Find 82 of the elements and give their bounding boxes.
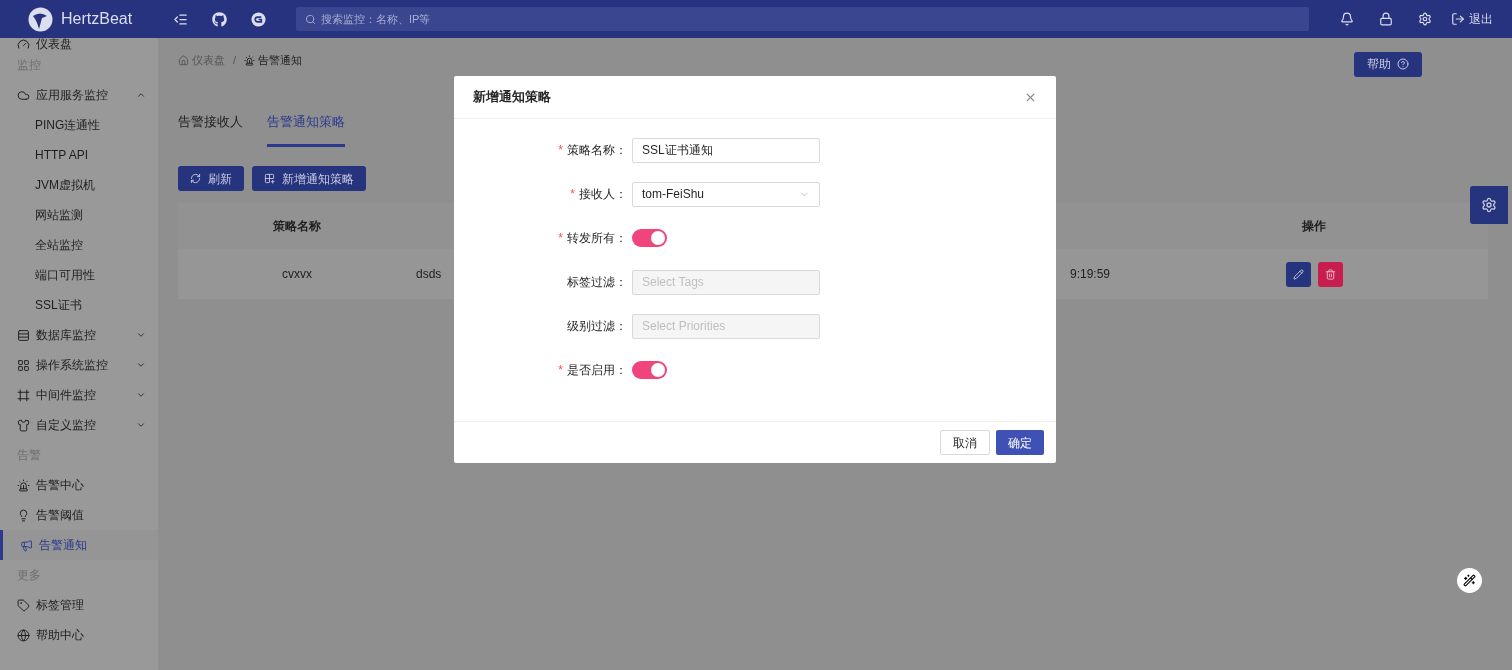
sidebar-subitem[interactable]: 全站监控 xyxy=(0,230,158,260)
add-policy-button[interactable]: 新增通知策略 xyxy=(252,166,366,191)
trash-icon xyxy=(1324,268,1336,280)
field-label: 标签过滤： xyxy=(567,274,627,291)
siren-icon xyxy=(244,54,256,66)
dashboard-icon xyxy=(17,38,30,51)
sidebar-subitem[interactable]: HTTP API xyxy=(0,140,158,170)
sidebar-menu[interactable]: 操作系统监控 xyxy=(0,350,158,380)
modal-title: 新增通知策略 xyxy=(473,88,551,107)
sidebar-subitem[interactable]: 端口可用性 xyxy=(0,260,158,290)
edit-button[interactable] xyxy=(1285,261,1311,287)
megaphone-icon xyxy=(20,538,33,552)
required-mark: * xyxy=(570,186,575,203)
column-header: 策略名称 xyxy=(273,219,321,233)
sidebar-item[interactable]: 告警中心 xyxy=(0,470,158,500)
tab[interactable]: 告警通知策略 xyxy=(267,112,345,147)
toggle-switch[interactable] xyxy=(632,361,667,379)
settings-icon xyxy=(1481,197,1497,213)
sidebar-item[interactable]: 仪表盘 xyxy=(0,38,158,50)
name-input[interactable]: SSL证书通知 xyxy=(632,137,820,163)
sidebar-subitem[interactable]: JVM虚拟机 xyxy=(0,170,158,200)
refresh-button[interactable]: 刷新 xyxy=(178,166,244,191)
help-icon xyxy=(1397,58,1409,70)
sidebar-subitem[interactable]: 网站监测 xyxy=(0,200,158,230)
sidebar-menu[interactable]: 自定义监控 xyxy=(0,410,158,440)
pencil-icon xyxy=(1292,268,1304,280)
settings-float-button[interactable] xyxy=(1470,186,1508,224)
table-cell: dsds xyxy=(416,267,442,281)
breadcrumb-separator: / xyxy=(233,52,237,68)
search-icon xyxy=(305,13,316,25)
field-label: 是否启用： xyxy=(567,362,627,379)
menu-fold-icon[interactable] xyxy=(173,11,188,27)
table-cell: 9:19:59 xyxy=(1069,267,1110,281)
settings-icon[interactable] xyxy=(1418,12,1432,26)
field-label: 转发所有： xyxy=(567,230,627,247)
search-field[interactable]: 搜索监控：名称、IP等 xyxy=(296,7,1309,31)
sidebar-menu[interactable]: 中间件监控 xyxy=(0,380,158,410)
magic-wand-icon xyxy=(1463,574,1476,587)
breadcrumb-current: 告警通知 xyxy=(244,51,303,69)
home-icon xyxy=(178,54,189,66)
required-mark: * xyxy=(558,230,563,247)
toggle-switch[interactable] xyxy=(632,229,667,247)
sidebar-subitem[interactable]: PING连通性 xyxy=(0,110,158,140)
list-icon xyxy=(17,328,30,342)
required-mark: * xyxy=(558,362,563,379)
sidebar-item[interactable]: 告警通知 xyxy=(0,530,158,560)
field-label: 级别过滤： xyxy=(567,318,627,335)
logout-button[interactable]: 退出 xyxy=(1451,10,1493,28)
bulb-icon xyxy=(17,508,30,522)
table-cell: cvxvx xyxy=(282,267,312,281)
column-header: 操作 xyxy=(1302,219,1326,233)
bell-icon[interactable] xyxy=(1340,12,1354,26)
cloud-icon xyxy=(17,88,30,102)
circle-g-icon[interactable] xyxy=(251,11,266,27)
field-label: 接收人： xyxy=(579,186,627,203)
tab[interactable]: 告警接收人 xyxy=(178,112,243,147)
shirt-icon xyxy=(17,418,30,432)
logo-icon xyxy=(28,6,53,32)
brand-name: HertzBeat xyxy=(61,9,133,29)
sidebar-item[interactable]: 告警阈值 xyxy=(0,500,158,530)
github-icon[interactable] xyxy=(212,11,227,27)
lock-icon[interactable] xyxy=(1379,12,1393,26)
sidebar-item[interactable]: 帮助中心 xyxy=(0,620,158,650)
sidebar-item[interactable]: 标签管理 xyxy=(0,590,158,620)
refresh-icon xyxy=(190,173,201,184)
select-field[interactable]: tom-FeiShu xyxy=(632,181,820,207)
grid-icon xyxy=(17,358,30,372)
sidebar-subitem[interactable]: SSL证书 xyxy=(0,290,158,320)
magic-wand-button[interactable] xyxy=(1457,568,1482,593)
confirm-button[interactable]: 确定 xyxy=(996,430,1044,455)
frame-icon xyxy=(17,388,30,402)
logout-icon xyxy=(1451,12,1465,26)
add-grid-icon xyxy=(264,173,275,184)
help-button[interactable]: 帮助 xyxy=(1354,51,1422,77)
required-mark: * xyxy=(558,142,563,159)
cancel-button[interactable]: 取消 xyxy=(940,430,990,455)
globe-icon xyxy=(17,628,30,642)
tag-icon xyxy=(17,598,30,612)
field-label: 策略名称： xyxy=(567,142,627,159)
siren-icon xyxy=(17,478,30,492)
sidebar-menu[interactable]: 数据库监控 xyxy=(0,320,158,350)
sidebar-menu[interactable]: 应用服务监控 xyxy=(0,80,158,110)
